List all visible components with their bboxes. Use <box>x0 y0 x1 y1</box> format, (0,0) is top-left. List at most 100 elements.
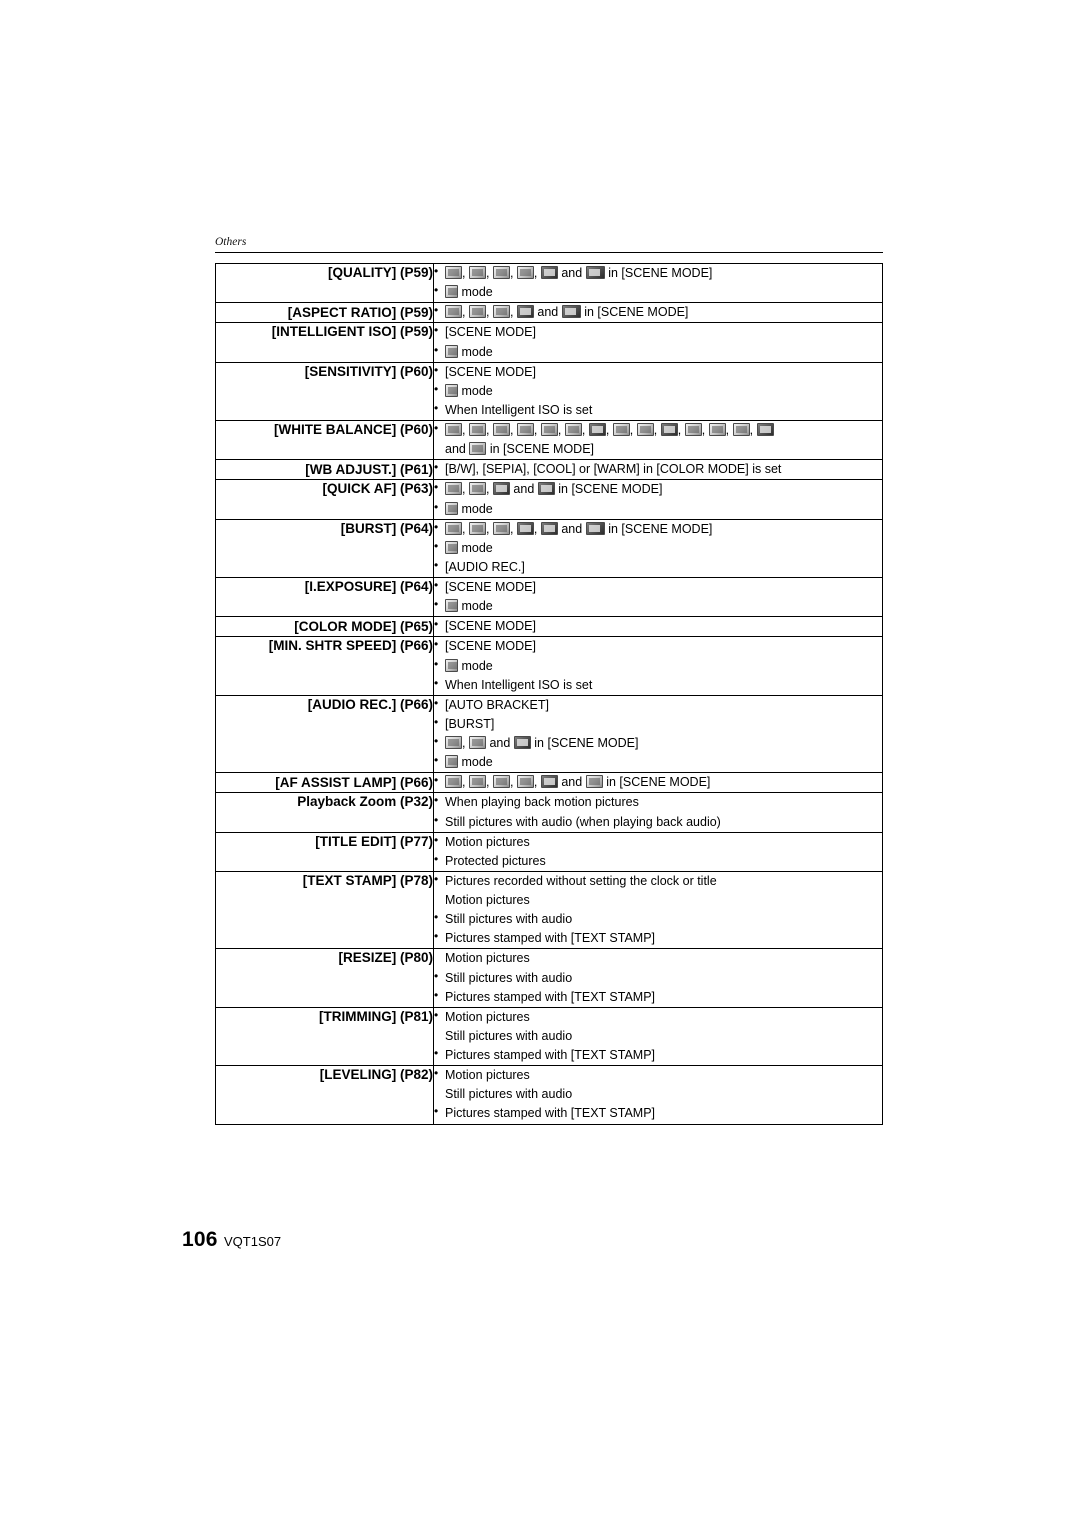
sep: , <box>485 423 490 437</box>
icon-scene-starry <box>660 423 678 436</box>
table-row: [LEVELING] (P82) Motion pictures Still p… <box>215 1065 883 1125</box>
table-row: [TEXT STAMP] (P78) Pictures recorded wit… <box>215 871 883 950</box>
list-item: mode <box>434 752 882 771</box>
mode-text: mode <box>461 344 493 359</box>
list-item: mode <box>434 381 882 400</box>
icon-scene-beach <box>708 423 726 436</box>
in-scene-mode-text: in [SCENE MODE] <box>608 521 713 536</box>
mode-text: mode <box>461 383 493 398</box>
icon-scene-soft-skin <box>468 423 486 436</box>
and-text: and <box>513 482 535 497</box>
row-detail-resize: Motion pictures Still pictures with audi… <box>433 948 883 1008</box>
sep: , <box>462 736 466 750</box>
list-item: Motion pictures <box>434 1065 882 1084</box>
row-label-burst: [BURST] (P64) <box>215 518 434 579</box>
row-detail-aspect-ratio: , , , and in [SCENE MODE] <box>433 302 883 324</box>
list-item: Motion pictures <box>445 893 530 907</box>
icon-scene-food <box>516 423 534 436</box>
list-item: [AUTO BRACKET] <box>434 695 882 714</box>
table-row: [TRIMMING] (P81) Motion pictures Still p… <box>215 1006 883 1067</box>
table-row: [COLOR MODE] (P65) [SCENE MODE] <box>215 616 883 638</box>
list-item: Motion pictures <box>445 951 530 966</box>
icon-scene-underwater <box>469 442 487 456</box>
table-row: [MIN. SHTR SPEED] (P66) [SCENE MODE] mod… <box>215 636 883 696</box>
header-rule <box>215 252 883 253</box>
table-row: [QUICK AF] (P63) , , and in [SCENE MODE]… <box>215 479 883 520</box>
list-item: , and in [SCENE MODE] <box>434 733 882 752</box>
row-label-trimming: [TRIMMING] (P81) <box>215 1006 434 1067</box>
row-label-wb-adjust: [WB ADJUST.] (P61) <box>215 459 434 481</box>
in-scene-mode-text: in [SCENE MODE] <box>584 305 689 320</box>
and-text: and <box>537 305 559 320</box>
sep: , <box>629 423 634 437</box>
list-item: Pictures stamped with [TEXT STAMP] <box>434 928 882 947</box>
row-label-audio-rec: [AUDIO REC.] (P66) <box>215 694 434 774</box>
and-text: and <box>489 736 511 750</box>
sep: , <box>509 775 514 790</box>
mode-text: mode <box>461 540 493 555</box>
icon-scene-scenery <box>468 775 486 789</box>
list-item: When Intelligent ISO is set <box>434 675 882 694</box>
list-item: [SCENE MODE] <box>434 322 882 341</box>
icon-scene1 <box>492 521 510 535</box>
list-item: mode <box>434 498 882 518</box>
table-row: [WB ADJUST.] (P61) [B/W], [SEPIA], [COOL… <box>215 459 883 481</box>
list-item: mode <box>434 538 882 557</box>
in-scene-mode-text: in [SCENE MODE] <box>489 442 595 457</box>
row-detail-quality: , , , , and in [SCENE MODE] mode <box>433 263 883 304</box>
and-text: and <box>445 442 466 457</box>
row-detail-playback-zoom: When playing back motion pictures Still … <box>433 792 883 833</box>
sep: , <box>462 775 466 790</box>
icon-program-ae <box>445 266 462 279</box>
icon-mode <box>445 383 458 397</box>
list-item: , , , , and in [SCENE MODE] <box>434 263 882 282</box>
list-item: Pictures stamped with [TEXT STAMP] <box>434 987 882 1006</box>
list-item: Pictures stamped with [TEXT STAMP] <box>434 1045 882 1064</box>
row-detail-white-balance: , , , , , , , , , , , , , and in [SCENE … <box>433 420 883 461</box>
sep: , <box>462 482 466 497</box>
sep: , <box>605 423 610 437</box>
page-header: Others <box>215 236 247 248</box>
row-detail-trimming: Motion pictures Still pictures with audi… <box>433 1007 883 1067</box>
table-row: [BURST] (P64) , , , , and in [SCENE MODE… <box>215 518 883 579</box>
table-row: [AF ASSIST LAMP] (P66) , , , , and in [S… <box>215 772 883 794</box>
row-label-quick-af: [QUICK AF] (P63) <box>215 479 434 520</box>
sep: , <box>725 423 730 437</box>
document-page: Others [QUALITY] (P59) , , , , and in [S… <box>0 0 1080 1526</box>
icon-program-ae <box>445 521 462 535</box>
icon-scene-fireworks <box>585 775 603 789</box>
row-label-af-assist-lamp: [AF ASSIST LAMP] (P66) <box>215 772 434 794</box>
icon-scene-baby <box>516 521 534 535</box>
row-detail-quick-af: , , and in [SCENE MODE] mode <box>433 479 883 520</box>
list-item: Protected pictures <box>434 851 882 870</box>
list-item: Still pictures with audio <box>434 909 882 928</box>
icon-scene-candle <box>564 423 582 436</box>
icon-scene-sunset <box>636 423 654 436</box>
icon-scene-pet <box>612 423 630 436</box>
icon-mode <box>445 540 458 554</box>
sep: , <box>533 521 538 536</box>
icon-mode <box>445 285 458 299</box>
list-item: , , and in [SCENE MODE] <box>434 479 882 498</box>
row-detail-color-mode: [SCENE MODE] <box>433 616 883 638</box>
list-item: [AUDIO REC.] <box>434 557 882 576</box>
sep: , <box>677 423 682 437</box>
sep: , <box>749 423 754 437</box>
list-item: , , , and in [SCENE MODE] <box>434 302 882 321</box>
mode-text: mode <box>461 285 493 300</box>
sep: , <box>701 423 706 437</box>
and-text: and <box>561 266 583 280</box>
row-detail-af-assist-lamp: , , , , and in [SCENE MODE] <box>433 772 883 794</box>
icon-scene1 <box>516 266 534 279</box>
sep: , <box>485 266 490 280</box>
row-detail-burst: , , , , and in [SCENE MODE] mode [AUDIO … <box>433 519 883 579</box>
row-label-i-exposure: [I.EXPOSURE] (P64) <box>215 576 434 618</box>
list-item: Still pictures with audio <box>445 1087 573 1102</box>
list-item: Still pictures with audio <box>434 967 882 987</box>
sep: , <box>509 521 514 536</box>
list-item: When Intelligent ISO is set <box>434 400 882 419</box>
list-item: [B/W], [SEPIA], [COOL] or [WARM] in [COL… <box>434 459 882 478</box>
in-scene-mode-text: in [SCENE MODE] <box>558 482 663 497</box>
list-item: Still pictures with audio (when playing … <box>434 811 882 831</box>
sep: , <box>557 423 562 437</box>
